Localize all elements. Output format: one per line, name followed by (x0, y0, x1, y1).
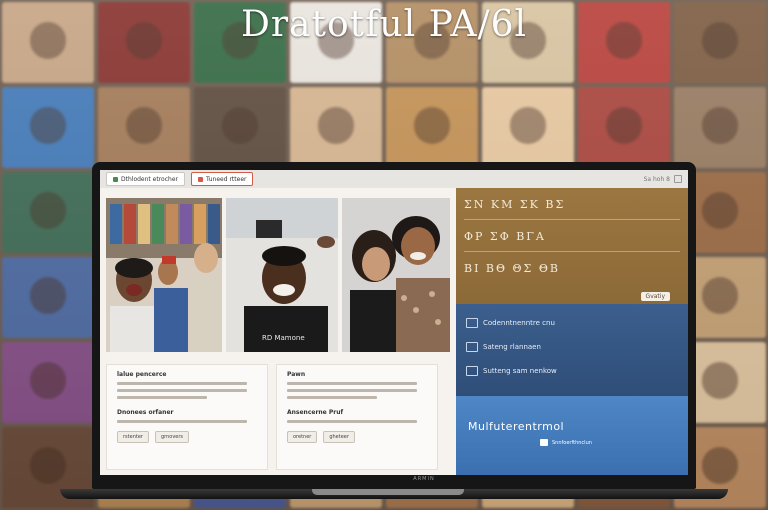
document-icon (466, 366, 478, 376)
shirt-text: RD Mamone (262, 334, 305, 342)
photo-section: RD Mamone lalue pencerce Dnonees orfaner… (100, 188, 456, 475)
panel-badge[interactable]: Gvatiy (640, 292, 670, 301)
card-text-line (117, 382, 247, 385)
hero-title: Dratotful PA/6l (240, 4, 528, 45)
panel-header-section: ΣΝ ΚΜ ΣΚ ΒΣ ΦΡ ΣΦ ΒΓΑ ΒΙ ΒΘ ΘΣ ΘΒ Gvatiy (456, 188, 688, 304)
photo-two-women[interactable] (342, 198, 450, 352)
card-text-line (287, 420, 417, 423)
list-item-label: Sutteng sam nenkow (483, 367, 557, 375)
card-subtitle: Ansencerne Pruf (287, 409, 344, 416)
message-icon (540, 439, 548, 446)
panel-list-section: Codenntnenntre cnu Sateng rlannaen Sutte… (456, 304, 688, 396)
card-text-line (117, 420, 247, 423)
tab-favicon-icon (198, 176, 203, 182)
browser-tab-2[interactable]: Tuneed rtteer (191, 172, 254, 186)
card-text-line (287, 382, 417, 385)
card-subtitle: Dnonees orfaner (117, 409, 174, 416)
browser-toolbar: Dthlodent etrocher Tuneed rtteer Sa hoh … (100, 170, 688, 189)
browser-tab-1[interactable]: Dthlodent etrocher (106, 172, 185, 186)
tab-label: Tuneed rtteer (206, 175, 247, 183)
card-button-primary[interactable]: rstenter (117, 431, 149, 443)
card-title: lalue pencerce (117, 371, 167, 378)
laptop-screen: Dthlodent etrocher Tuneed rtteer Sa hoh … (100, 170, 688, 475)
tab-favicon-icon (113, 176, 118, 182)
side-panel: ΣΝ ΚΜ ΣΚ ΒΣ ΦΡ ΣΦ ΒΓΑ ΒΙ ΒΘ ΘΣ ΘΒ Gvatiy… (456, 188, 688, 475)
card-button-primary[interactable]: oretner (287, 431, 318, 443)
list-item[interactable]: Sutteng sam nenkow (466, 366, 688, 376)
card-button-secondary[interactable]: gheteer (323, 431, 355, 443)
panel-row: ΒΙ ΒΘ ΘΣ ΘΒ (464, 262, 560, 275)
laptop-hinge-notch (312, 489, 464, 495)
laptop: Dthlodent etrocher Tuneed rtteer Sa hoh … (60, 162, 728, 502)
banner-subtitle-row: Snnfoerfthnclun (540, 439, 688, 446)
list-item[interactable]: Sateng rlannaen (466, 342, 688, 352)
list-item-label: Sateng rlannaen (483, 343, 541, 351)
info-card-1: lalue pencerce Dnonees orfaner rstenter … (106, 364, 268, 470)
laptop-bezel: Dthlodent etrocher Tuneed rtteer Sa hoh … (92, 162, 696, 489)
divider (464, 251, 680, 252)
list-item-label: Codenntnenntre cnu (483, 319, 555, 327)
window-control-icon[interactable] (674, 175, 682, 183)
document-icon (466, 318, 478, 328)
toolbar-right: Sa hoh 8 (644, 175, 682, 183)
photo-selfie-group[interactable] (106, 198, 222, 352)
document-icon (466, 342, 478, 352)
list-item[interactable]: Codenntnenntre cnu (466, 318, 688, 328)
laptop-brand-label: ARMIN (413, 476, 435, 482)
info-card-2: Pawn Ansencerne Pruf oretner gheteer (276, 364, 438, 470)
card-actions: oretner gheteer (287, 431, 437, 443)
card-text-line (287, 396, 377, 399)
toolbar-status-text: Sa hoh 8 (643, 175, 670, 183)
card-button-secondary[interactable]: grnovers (154, 431, 190, 443)
divider (464, 219, 680, 220)
card-actions: rstenter grnovers (117, 431, 267, 443)
card-text-line (117, 389, 247, 392)
panel-row: ΣΝ ΚΜ ΣΚ ΒΣ (464, 198, 566, 211)
panel-banner[interactable]: Mulfuterentrmol Snnfoerfthnclun (456, 396, 688, 475)
panel-row: ΦΡ ΣΦ ΒΓΑ (464, 230, 546, 243)
card-text-line (287, 389, 417, 392)
banner-subtitle: Snnfoerfthnclun (552, 439, 592, 446)
banner-title: Mulfuterentrmol (468, 420, 565, 433)
photo-smiling-man[interactable]: RD Mamone (226, 198, 338, 352)
page-content: RD Mamone lalue pencerce Dnonees orfaner… (100, 188, 688, 475)
tab-label: Dthlodent etrocher (121, 175, 178, 183)
card-title: Pawn (287, 371, 306, 378)
card-text-line (117, 396, 207, 399)
